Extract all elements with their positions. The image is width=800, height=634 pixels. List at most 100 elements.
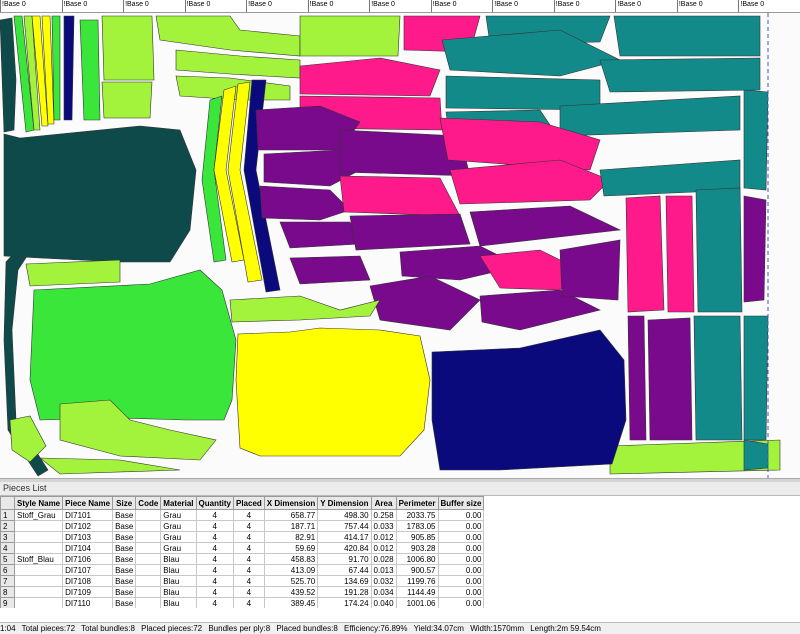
table-cell[interactable]: 0.00: [437, 553, 485, 565]
table-cell[interactable]: [135, 520, 162, 532]
column-header[interactable]: Size: [112, 496, 137, 510]
table-cell[interactable]: 91.70: [317, 553, 372, 565]
table-cell[interactable]: 757.44: [317, 520, 372, 532]
row-number[interactable]: 6: [0, 564, 15, 576]
row-number[interactable]: 5: [0, 553, 15, 565]
table-cell[interactable]: Base: [112, 542, 137, 554]
table-cell[interactable]: 4: [195, 586, 234, 598]
table-row[interactable]: 8 DI7109 Base Blau 4 4 439.52 191.28 0.034 1144.4…: [0, 586, 485, 598]
table-cell[interactable]: 0.258: [370, 509, 397, 521]
table-cell[interactable]: 658.77: [263, 509, 319, 521]
table-cell[interactable]: Base: [112, 586, 137, 598]
table-cell[interactable]: 0.012: [370, 542, 397, 554]
table-cell[interactable]: Grau: [160, 531, 197, 543]
table-cell[interactable]: DI7103: [62, 531, 114, 543]
table-cell[interactable]: [13, 564, 64, 576]
table-cell[interactable]: [135, 531, 162, 543]
table-cell[interactable]: 4: [232, 542, 265, 554]
table-cell[interactable]: Base: [112, 575, 137, 587]
table-cell[interactable]: [13, 542, 64, 554]
column-header[interactable]: Piece Name: [62, 496, 114, 510]
table-cell[interactable]: [13, 575, 64, 587]
table-cell[interactable]: 0.00: [437, 597, 485, 608]
table-cell[interactable]: Blau: [160, 575, 197, 587]
table-cell[interactable]: 0.00: [437, 531, 485, 543]
table-cell[interactable]: 174.24: [317, 597, 372, 608]
column-header[interactable]: Style Name: [13, 496, 64, 510]
table-cell[interactable]: [135, 586, 162, 598]
row-number[interactable]: 2: [0, 520, 15, 532]
table-cell[interactable]: 4: [195, 509, 234, 521]
table-cell[interactable]: 4: [195, 542, 234, 554]
table-cell[interactable]: 4: [232, 553, 265, 565]
column-header[interactable]: Material: [160, 496, 197, 510]
table-cell[interactable]: 0.00: [437, 509, 485, 521]
table-cell[interactable]: [13, 597, 64, 608]
table-cell[interactable]: 4: [232, 575, 265, 587]
table-cell[interactable]: Base: [112, 597, 137, 608]
table-cell[interactable]: [135, 553, 162, 565]
table-cell[interactable]: 59.69: [263, 542, 319, 554]
table-cell[interactable]: Base: [112, 520, 137, 532]
table-cell[interactable]: Base: [112, 531, 137, 543]
table-cell[interactable]: 0.00: [437, 575, 485, 587]
table-cell[interactable]: Blau: [160, 597, 197, 608]
table-cell[interactable]: 0.00: [437, 564, 485, 576]
column-header[interactable]: Buffer size: [437, 496, 485, 510]
table-row[interactable]: 9 DI7110 Base Blau 4 4 389.45 174.24 0.040 1001.0…: [0, 597, 485, 608]
table-row[interactable]: 1 Stoff_Grau DI7101 Base Grau 4 4 658.77 498.30 0…: [0, 509, 485, 521]
table-cell[interactable]: 2033.75: [395, 509, 439, 521]
table-cell[interactable]: 187.71: [263, 520, 319, 532]
table-cell[interactable]: [135, 542, 162, 554]
table-cell[interactable]: [135, 564, 162, 576]
table-cell[interactable]: Blau: [160, 564, 197, 576]
table-row[interactable]: 2 DI7102 Base Grau 4 4 187.71 757.44 0.033 1783.0…: [0, 520, 485, 532]
table-cell[interactable]: 4: [195, 597, 234, 608]
table-cell[interactable]: [13, 531, 64, 543]
table-cell[interactable]: 0.028: [370, 553, 397, 565]
table-cell[interactable]: 4: [232, 509, 265, 521]
table-cell[interactable]: 1144.49: [395, 586, 439, 598]
column-header[interactable]: Code: [135, 496, 162, 510]
table-row[interactable]: 3 DI7103 Base Grau 4 4 82.91 414.17 0.012 905.85 0…: [0, 531, 485, 543]
table-cell[interactable]: 1001.06: [395, 597, 439, 608]
table-cell[interactable]: 4: [195, 531, 234, 543]
table-cell[interactable]: 67.44: [317, 564, 372, 576]
table-cell[interactable]: 498.30: [317, 509, 372, 521]
table-cell[interactable]: Base: [112, 509, 137, 521]
row-number[interactable]: 3: [0, 531, 15, 543]
table-cell[interactable]: Base: [112, 564, 137, 576]
row-number[interactable]: 7: [0, 575, 15, 587]
table-cell[interactable]: Stoff_Grau: [13, 509, 64, 521]
table-cell[interactable]: 4: [232, 586, 265, 598]
table-cell[interactable]: 1199.76: [395, 575, 439, 587]
column-header[interactable]: Area: [370, 496, 397, 510]
table-row[interactable]: 4 DI7104 Base Grau 4 4 59.69 420.84 0.012 903.28 0…: [0, 542, 485, 554]
table-cell[interactable]: 191.28: [317, 586, 372, 598]
table-cell[interactable]: 0.034: [370, 586, 397, 598]
table-cell[interactable]: DI7102: [62, 520, 114, 532]
nesting-layout[interactable]: [0, 13, 800, 478]
table-cell[interactable]: 413.09: [263, 564, 319, 576]
table-cell[interactable]: Blau: [160, 586, 197, 598]
table-cell[interactable]: DI7109: [62, 586, 114, 598]
table-cell[interactable]: 414.17: [317, 531, 372, 543]
table-cell[interactable]: 82.91: [263, 531, 319, 543]
table-cell[interactable]: 134.69: [317, 575, 372, 587]
table-row[interactable]: 5 Stoff_Blau DI7106 Base Blau 4 4 458.83 91.70 0.…: [0, 553, 485, 565]
table-cell[interactable]: 900.57: [395, 564, 439, 576]
table-cell[interactable]: DI7108: [62, 575, 114, 587]
row-number[interactable]: 8: [0, 586, 15, 598]
column-header[interactable]: Placed: [232, 496, 265, 510]
table-cell[interactable]: 4: [195, 520, 234, 532]
table-cell[interactable]: 0.00: [437, 520, 485, 532]
table-cell[interactable]: 1783.05: [395, 520, 439, 532]
table-row[interactable]: 6 DI7107 Base Blau 4 4 413.09 67.44 0.013 900.57 0…: [0, 564, 485, 576]
table-cell[interactable]: 0.00: [437, 586, 485, 598]
table-cell[interactable]: 420.84: [317, 542, 372, 554]
table-row[interactable]: 7 DI7108 Base Blau 4 4 525.70 134.69 0.032 1199.7…: [0, 575, 485, 587]
table-cell[interactable]: DI7107: [62, 564, 114, 576]
row-number[interactable]: 4: [0, 542, 15, 554]
table-cell[interactable]: [13, 520, 64, 532]
table-cell[interactable]: 0.032: [370, 575, 397, 587]
